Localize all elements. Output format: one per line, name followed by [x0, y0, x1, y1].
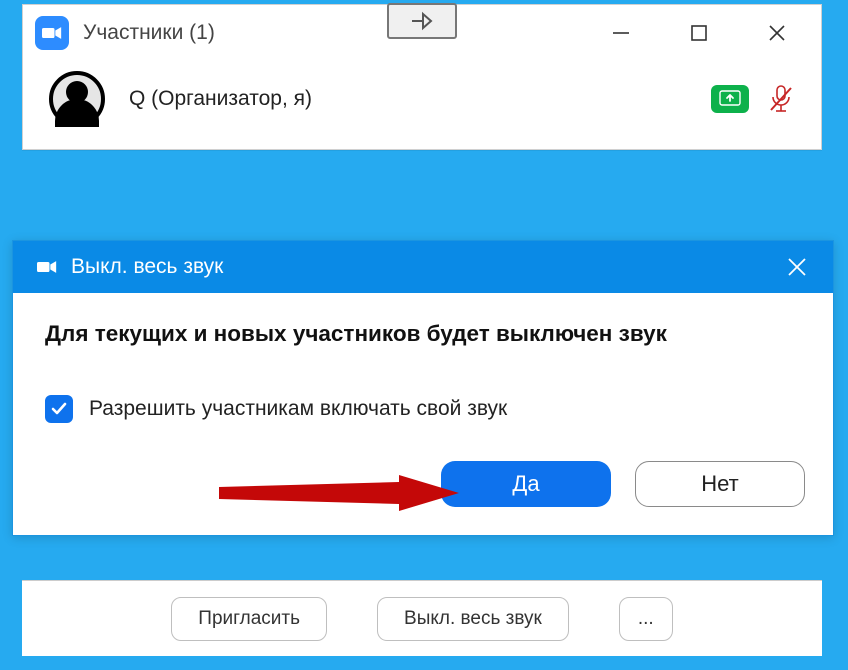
zoom-icon: [29, 249, 65, 285]
no-button[interactable]: Нет: [635, 461, 805, 507]
participants-titlebar: Участники (1): [23, 5, 821, 61]
participants-title: Участники (1): [83, 21, 215, 45]
minimize-button[interactable]: [599, 11, 643, 55]
screen-share-icon[interactable]: [711, 85, 749, 113]
participant-name: Q (Организатор, я): [129, 87, 312, 111]
annotation-arrow-icon: [219, 475, 459, 511]
mute-all-dialog: Выкл. весь звук Для текущих и новых учас…: [12, 240, 834, 536]
pin-tab-icon[interactable]: [387, 3, 457, 39]
participants-bottom-bar: Пригласить Выкл. весь звук ...: [22, 580, 822, 656]
checkbox-icon[interactable]: [45, 395, 73, 423]
checkbox-label: Разрешить участникам включать свой звук: [89, 397, 507, 421]
close-button[interactable]: [755, 11, 799, 55]
dialog-title: Выкл. весь звук: [71, 255, 223, 279]
allow-unmute-row[interactable]: Разрешить участникам включать свой звук: [45, 395, 801, 423]
dialog-heading: Для текущих и новых участников будет вык…: [45, 321, 801, 347]
more-button[interactable]: ...: [619, 597, 673, 641]
participants-window: Участники (1) Q (Организатор, я): [22, 4, 822, 150]
mic-muted-icon[interactable]: [767, 84, 795, 114]
yes-button[interactable]: Да: [441, 461, 611, 507]
maximize-button[interactable]: [677, 11, 721, 55]
mute-all-button[interactable]: Выкл. весь звук: [377, 597, 569, 641]
participant-row[interactable]: Q (Организатор, я): [23, 61, 821, 149]
avatar-icon: [49, 71, 105, 127]
invite-button[interactable]: Пригласить: [171, 597, 327, 641]
dialog-close-button[interactable]: [777, 247, 817, 287]
dialog-titlebar: Выкл. весь звук: [13, 241, 833, 293]
zoom-icon: [35, 16, 69, 50]
